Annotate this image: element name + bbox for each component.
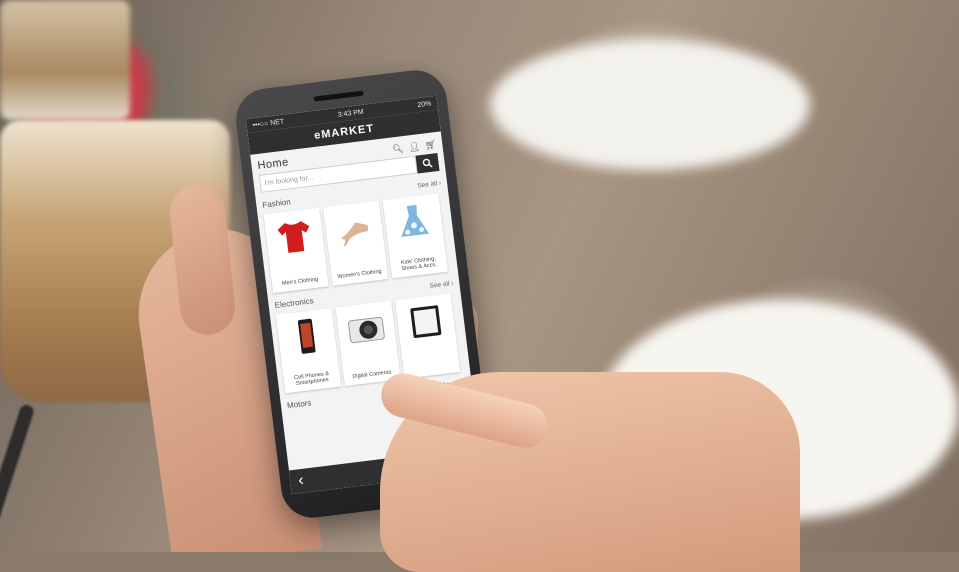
dress-icon [388,197,439,246]
section-electronics: Electronics See all › Cell Phones & Smar… [274,279,464,393]
card-label: Kids' Clothing, Shoes & Accs. [390,255,447,275]
section-fashion: Fashion See all › Men's Clothing [262,179,452,293]
spoon [0,403,35,540]
battery-label: 20% [417,100,432,109]
category-card-tablets[interactable] [395,293,460,378]
search-button[interactable] [416,153,440,174]
section-title: Motors [286,398,311,410]
user-icon[interactable]: 👤︎ [408,141,421,153]
category-card-cell-phones[interactable]: Cell Phones & Smartphones [276,308,341,393]
prev-arrow-icon[interactable]: ‹ [297,472,304,491]
page-title: Home [257,156,290,172]
tablet-icon [400,297,451,346]
carrier-label: •••○○ NET [252,118,284,129]
see-all-link[interactable]: See all › [417,180,442,190]
tshirt-icon [269,211,320,260]
cart-icon[interactable]: 🛒︎ [424,139,437,151]
smartphone-icon [281,312,332,361]
high-heel-icon [328,204,379,253]
saucer [490,40,810,170]
category-card-womens-clothing[interactable]: Women's Clothing [323,201,388,286]
section-title: Fashion [262,197,291,209]
card-label: Cell Phones & Smartphones [283,369,340,389]
category-card-digital-cameras[interactable]: Digital Cameras [335,301,400,386]
category-card-mens-clothing[interactable]: Men's Clothing [264,208,329,293]
card-label: Women's Clothing [335,269,384,281]
see-all-link[interactable]: See all › [429,280,454,290]
card-label: Men's Clothing [280,277,321,288]
search-icon [422,158,433,169]
phone-speaker [314,91,364,102]
camera-icon [341,304,392,353]
category-card-kids-clothing[interactable]: Kids' Clothing, Shoes & Accs. [383,193,448,278]
section-title: Electronics [274,296,314,310]
search-icon[interactable]: 🔍︎ [392,143,405,155]
time-label: 3:43 PM [337,108,364,118]
coffee-cup [0,0,130,120]
